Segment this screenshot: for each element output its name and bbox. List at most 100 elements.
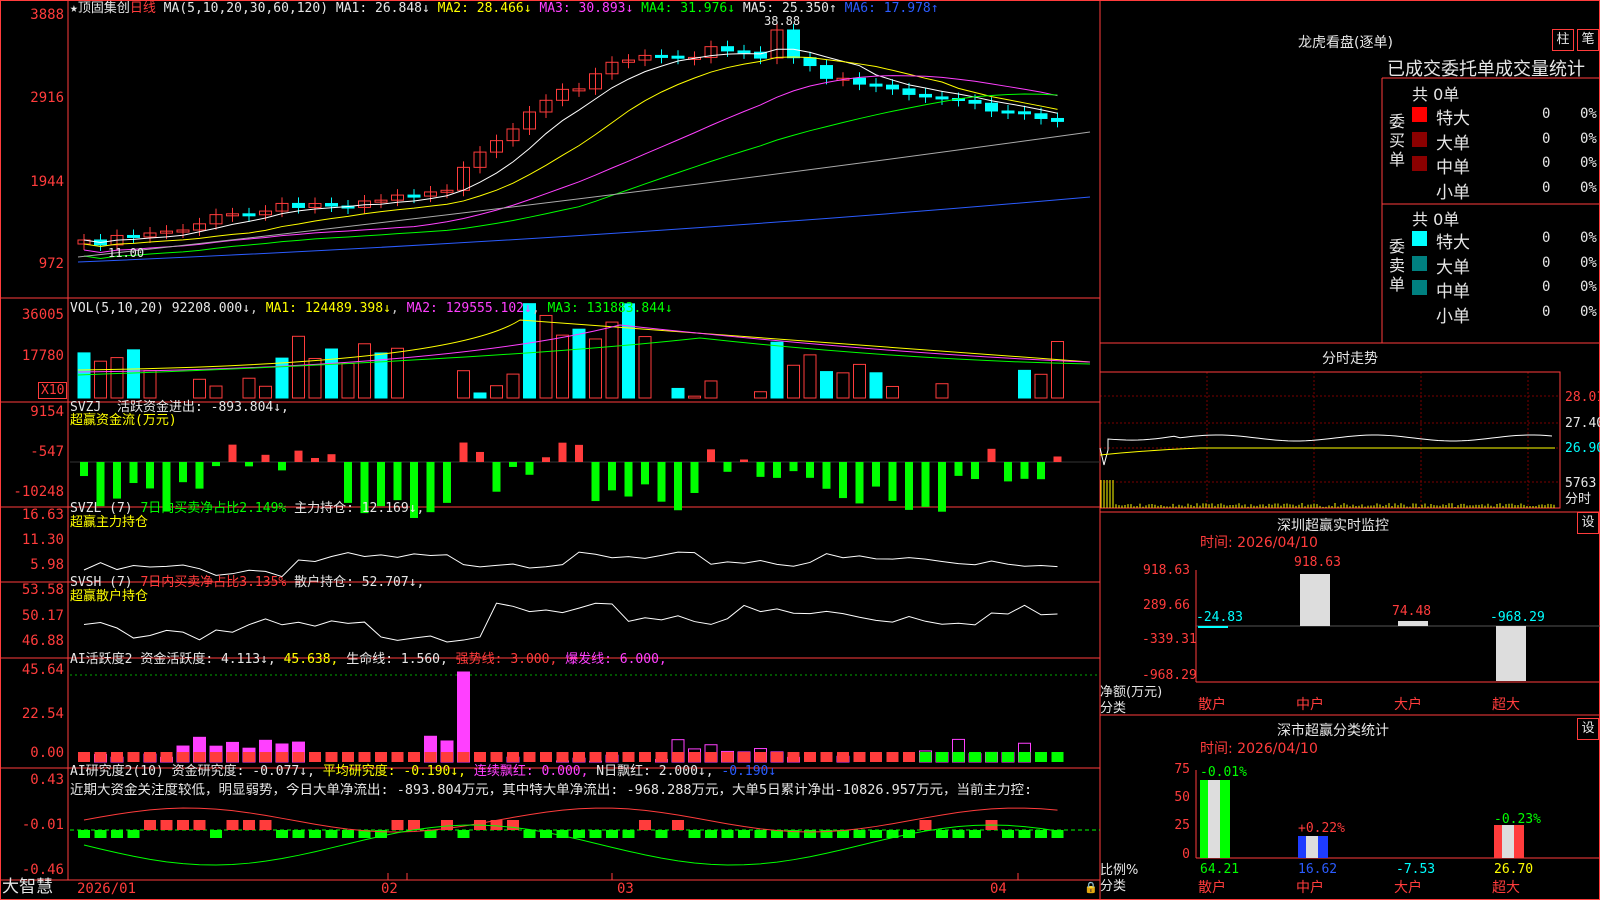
vol-value: 92208.000↓ [172,301,250,316]
research-bar [144,820,156,830]
activity-base-bar [1002,752,1014,762]
fund-flow-bar [427,462,435,512]
y-tick: 16.63 [0,508,64,523]
ai2-d4: N日飘红: 2.000↓, [596,764,713,779]
volume-bar [507,374,519,398]
ai2-d2: 平均研究度: -0.190↓, [323,764,466,779]
low-marker: 11.00 [108,246,144,261]
fund-flow-bar [625,462,633,497]
sell-row-pct: 0% [1580,305,1597,320]
fund-flow-bar [196,462,204,489]
activity-base-bar [1035,752,1047,762]
research-bar [425,830,437,838]
sell-row-value: 0 [1542,280,1550,295]
buy-row-name: 小单 [1436,178,1470,203]
cls-value: -7.53 [1396,862,1435,877]
ai2-d1: 资金研究度: -0.077↓, [172,764,315,779]
y-tick: 11.30 [0,533,64,548]
activity-base-bar [903,752,915,762]
volume-bar [804,355,816,398]
activity-bar [458,672,470,762]
vol-unit-badge[interactable]: X10 [38,382,67,399]
stock-name[interactable]: ★顶固集创 [70,1,130,16]
research-bar [276,830,288,838]
y-tick: -547 [0,445,64,460]
sell-row-value: 0 [1542,231,1550,246]
y-tick: 972 [0,257,64,272]
fund-flow-bar [658,462,666,502]
research-bar [936,830,948,838]
cls-y-tick: 25 [1160,818,1190,833]
activity-base-bar [722,752,734,762]
lhb-tabs[interactable]: 已成交委托单成交量统计 [1387,55,1600,81]
activity-base-bar [309,752,321,762]
research-bar [738,830,750,838]
y-tick: 17780 [0,349,64,364]
y-tick: 0.43 [0,773,64,788]
fund-flow-bar [328,454,336,462]
activity-base-bar [540,752,552,762]
fund-flow-bar [790,462,798,471]
y-tick: -0.01 [0,818,64,833]
buy-total: 共 0单 [1412,81,1459,105]
monitor-bar [1300,574,1330,626]
activity-base-bar [557,752,569,762]
activity-base-bar [177,752,189,762]
y-tick: 22.54 [0,707,64,722]
lhb-title: 龙虎看盘(逐单) [1298,32,1393,52]
candlestick [854,78,866,84]
research-bar [78,830,90,838]
vol-ma3: MA3: 131883.844↓ [547,301,672,316]
research-bar [177,820,189,830]
activity-base-bar [623,752,635,762]
lock-icon[interactable]: 🔒 [1084,880,1098,895]
activity-base-bar [375,752,387,762]
activity-base-bar [870,752,882,762]
bar-mode-button[interactable]: 柱 [1552,29,1574,51]
monitor-settings-button[interactable]: 设 [1577,512,1599,534]
y-tick: -0.46 [0,863,64,878]
intraday-vol: 5763 [1565,476,1596,491]
research-bar [705,830,717,838]
activity-base-bar [573,752,585,762]
period-label[interactable]: 日线 [130,1,156,16]
volume-bar [837,373,849,398]
ai1-label: AI活跃度2 [70,652,132,667]
research-bar [524,830,536,838]
research-bar [227,820,239,830]
monitor-category: 超大 [1492,698,1520,713]
activity-base-bar [524,752,536,762]
activity-base-bar [243,752,255,762]
volume-bar [326,349,338,398]
research-bar [111,830,123,838]
ma1-value: MA1: 26.848↓ [336,1,430,16]
research-bar [210,830,222,838]
activity-base-bar [293,752,305,762]
buy-color-swatch [1412,132,1427,147]
y-tick: 46.88 [0,634,64,649]
fund-flow-bar [971,462,979,479]
volume-bar [639,337,651,398]
cls-settings-button[interactable]: 设 [1577,718,1599,740]
research-bar [392,820,404,830]
cls-category: 超大 [1492,881,1520,896]
activity-base-bar [458,752,470,762]
cls-bar-highlight [1502,825,1514,858]
sell-row-name: 特大 [1436,228,1470,253]
sell-row-value: 0 [1542,256,1550,271]
activity-base-bar [837,752,849,762]
y-tick: 45.64 [0,663,64,678]
candlestick [804,58,816,66]
candlestick [656,55,668,57]
activity-base-bar [128,752,140,762]
volume-bar [293,336,305,398]
ai1-d5: 爆发线: 6.000, [565,652,667,667]
research-bar [161,820,173,830]
volume-bar [557,335,569,398]
buy-color-swatch [1412,156,1427,171]
tick-mode-button[interactable]: 笔 [1577,29,1599,51]
x-tick: 2026/01 [77,882,136,897]
cls-y-tick: 50 [1160,790,1190,805]
y-tick: 36005 [0,308,64,323]
volume-bar [194,379,206,398]
